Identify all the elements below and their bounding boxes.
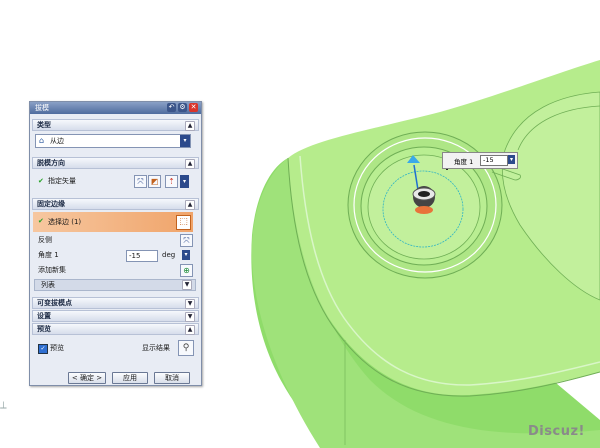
angle-handle-label: 角度 1 [454,158,474,166]
specify-vector-row[interactable]: ✔ 指定矢量 ⤧ ◩ ⇡ ▾ [34,175,197,188]
dropdown-arrow-icon[interactable]: ▾ [180,135,190,147]
section-draw-direction[interactable]: 脱模方向 ▲ [32,157,199,169]
chevron-up-icon[interactable]: ▲ [185,121,195,131]
chevron-up-icon[interactable]: ▲ [185,159,195,169]
settings-icon[interactable]: ⚙ [178,103,187,112]
select-edge-row[interactable]: ✔ 选择边 (1) ⬚ [33,212,193,232]
select-edge-label: 选择边 (1) [48,218,82,226]
preview-checkbox[interactable]: ✓ [38,344,48,354]
close-icon[interactable]: ✕ [189,103,198,112]
draft-dialog: 拔模 ↶ ⚙ ✕ 类型 ▲ ⌂ 从边 ▾ 脱模方向 ▲ ✔ 指定矢量 ⤧ ◩ ⇡… [29,101,202,386]
watermark: Discuz! [528,424,585,439]
dialog-title: 拔模 [35,104,49,112]
ok-button[interactable]: < 确定 > [68,372,106,384]
angle-menu-icon[interactable]: ▾ [182,250,190,260]
cancel-button[interactable]: 取消 [154,372,190,384]
add-set-icon[interactable]: ⊕ [180,264,193,277]
apply-button[interactable]: 应用 [112,372,148,384]
reverse-direction-icon[interactable]: ⤧ [134,175,147,188]
vector-type-icon[interactable]: ⇡ [165,175,178,188]
from-edges-icon: ⌂ [39,136,45,145]
checkmark-icon: ✔ [38,177,44,185]
angle-handle-popup[interactable]: 角度 1 -15 ▾ [442,152,518,169]
vector-dropdown-icon[interactable]: ▾ [180,175,189,188]
triad-icon: ⟂ [0,400,7,411]
section-fixed-edges[interactable]: 固定边缘 ▲ [32,198,199,210]
angle-row: 角度 1 -15 deg ▾ [34,249,197,262]
preview-checkbox-label: 预览 [50,344,64,352]
list-label: 列表 [41,281,55,289]
chevron-down-icon[interactable]: ▼ [182,280,192,290]
preview-row: ✓ 预览 显示结果 ⚲ [34,340,197,356]
chevron-down-icon[interactable]: ▼ [185,299,195,309]
section-preview[interactable]: 预览 ▲ [32,323,199,335]
section-type[interactable]: 类型 ▲ [32,119,199,131]
select-edge-icon[interactable]: ⬚ [176,215,191,230]
section-variable-points[interactable]: 可变拔模点 ▼ [32,297,199,309]
section-settings[interactable]: 设置 ▼ [32,310,199,322]
list-header[interactable]: 列表 ▼ [34,279,196,291]
type-select-value: 从边 [50,137,64,145]
reverse-row[interactable]: 反侧 ⤧ [34,234,197,247]
show-result-label: 显示结果 [142,344,170,352]
type-select[interactable]: ⌂ 从边 ▾ [35,134,191,148]
angle-input[interactable]: -15 [126,250,158,262]
angle-handle-input[interactable]: -15 [480,155,508,166]
angle-handle-menu-icon[interactable]: ▾ [508,155,515,164]
angle-unit: deg [162,251,176,259]
vector-dialog-icon[interactable]: ◩ [148,175,161,188]
chevron-down-icon[interactable]: ▼ [185,312,195,322]
add-new-set-label: 添加新集 [38,266,66,274]
angle-label: 角度 1 [38,251,59,259]
show-result-icon[interactable]: ⚲ [178,340,194,356]
dialog-titlebar[interactable]: 拔模 ↶ ⚙ ✕ [30,102,201,114]
specify-vector-label: 指定矢量 [48,177,76,185]
chevron-up-icon[interactable]: ▲ [185,325,195,335]
add-new-set-row[interactable]: 添加新集 ⊕ [34,264,197,277]
reset-icon[interactable]: ↶ [167,103,176,112]
checkmark-icon: ✔ [38,217,44,225]
reverse-side-icon[interactable]: ⤧ [180,234,193,247]
reverse-label: 反侧 [38,236,52,244]
chevron-up-icon[interactable]: ▲ [185,200,195,210]
